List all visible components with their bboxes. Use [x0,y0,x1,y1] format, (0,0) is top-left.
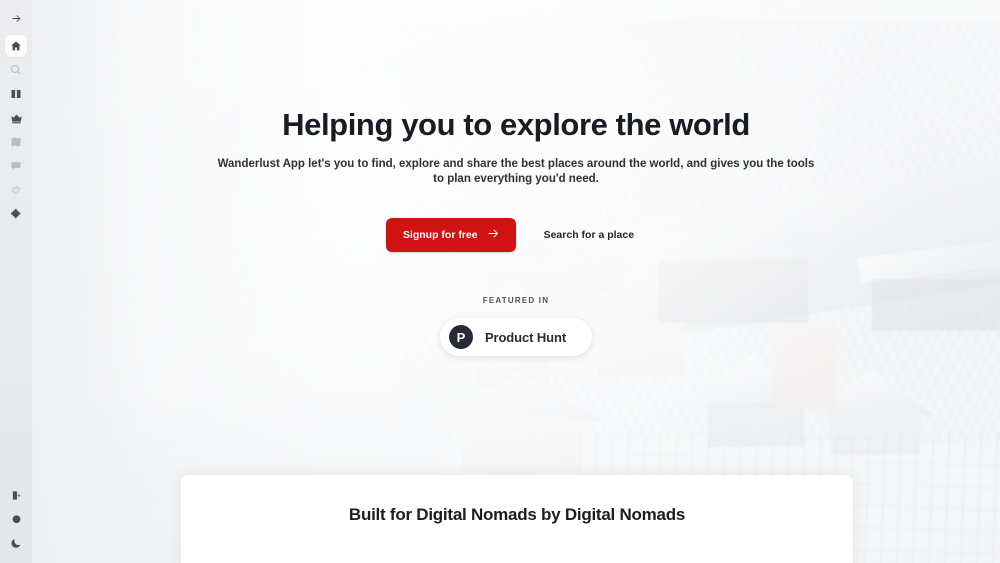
sidebar-bottom-group [5,483,27,555]
sidebar-item-search[interactable] [5,59,27,81]
digital-nomads-card: Built for Digital Nomads by Digital Noma… [181,475,853,563]
arrow-right-icon [11,13,22,24]
featured-in-label: FEATURED IN [482,296,550,305]
hero-section: Helping you to explore the world Wanderl… [32,0,1000,356]
signup-for-free-button[interactable]: Signup for free [385,218,516,252]
featured-logos-list: P Product Hunt [32,318,1000,356]
sidebar-item-guides[interactable] [5,83,27,105]
hero-actions: Signup for free Search for a place [32,218,1000,252]
app-root: Helping you to explore the world Wanderl… [0,0,1000,563]
sidebar-item-map[interactable] [5,131,27,153]
search-icon [10,64,22,76]
search-for-a-place-button[interactable]: Search for a place [532,220,646,250]
sidebar-top-group [5,6,27,226]
moon-icon [10,537,22,549]
gear-icon [10,184,22,196]
sidebar-item-premium[interactable] [5,107,27,129]
product-hunt-logo-icon: P [448,325,473,349]
main-content: Helping you to explore the world Wanderl… [32,0,1000,563]
sidebar [0,0,32,563]
message-icon [11,514,22,525]
chat-bubble-icon [10,160,22,172]
sidebar-item-logout[interactable] [5,484,27,506]
hero-subtitle: Wanderlust App let's you to find, explor… [217,158,815,185]
sidebar-item-expand-sidebar[interactable] [5,7,27,29]
puzzle-piece-icon [10,208,22,220]
sidebar-item-settings[interactable] [5,179,27,201]
product-hunt-label: Product Hunt [484,329,567,345]
logout-icon [11,490,22,501]
sidebar-item-dark-mode-toggle[interactable] [5,532,27,554]
crown-icon [10,112,23,125]
map-icon [10,136,22,148]
digital-nomads-title: Built for Digital Nomads by Digital Noma… [348,505,686,524]
sidebar-item-extensions[interactable] [5,203,27,225]
sidebar-item-feedback[interactable] [5,508,27,530]
sidebar-item-chat[interactable] [5,155,27,177]
arrow-right-icon [487,227,500,243]
product-hunt-badge[interactable]: P Product Hunt [439,318,593,356]
book-icon [10,88,22,100]
home-icon [10,40,22,52]
page-title: Helping you to explore the world [282,107,750,142]
signup-button-label: Signup for free [402,229,478,241]
sidebar-item-home[interactable] [5,35,27,57]
